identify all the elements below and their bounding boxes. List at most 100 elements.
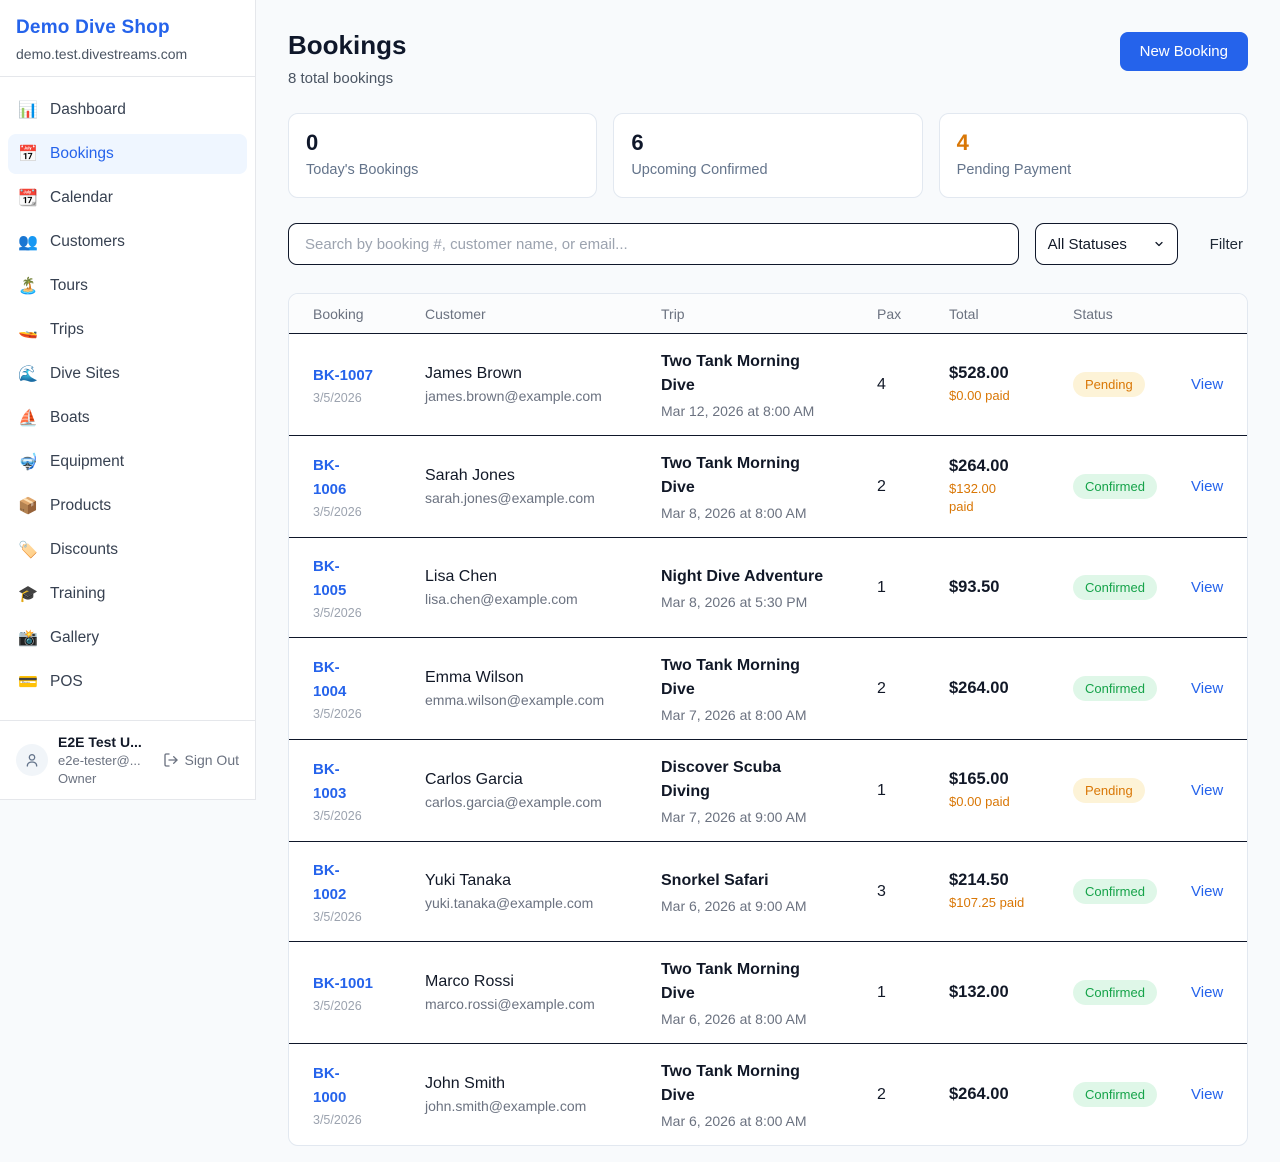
trip-name: Night Dive Adventure: [661, 565, 877, 589]
stats-cards: 0 Today's Bookings 6 Upcoming Confirmed …: [288, 113, 1248, 198]
view-link[interactable]: View: [1191, 376, 1225, 393]
sidebar-item-dive-sites[interactable]: 🌊 Dive Sites: [8, 354, 247, 394]
customer-name: Carlos Garcia: [425, 771, 661, 789]
sidebar-user-footer: E2E Test U... e2e-tester@... Owner Sign …: [0, 720, 255, 799]
stat-label: Today's Bookings: [306, 162, 579, 178]
trip-cell: Two Tank Morning Dive Mar 8, 2026 at 8:0…: [661, 452, 877, 521]
booking-id-link[interactable]: BK- 1005: [313, 555, 425, 603]
view-link[interactable]: View: [1191, 1086, 1225, 1103]
booking-date: 3/5/2026: [313, 391, 425, 405]
customer-email: sarah.jones@example.com: [425, 490, 661, 506]
customer-email: lisa.chen@example.com: [425, 591, 661, 607]
booking-cell: BK- 1005 3/5/2026: [313, 555, 425, 620]
trip-name: Two Tank Morning Dive: [661, 452, 877, 500]
trip-datetime: Mar 7, 2026 at 8:00 AM: [661, 707, 877, 723]
booking-id-link[interactable]: BK-1007: [313, 364, 425, 388]
shop-domain: demo.test.divestreams.com: [16, 46, 239, 62]
trip-datetime: Mar 8, 2026 at 8:00 AM: [661, 505, 877, 521]
bookings-icon: 📅: [18, 144, 44, 164]
stat-label: Pending Payment: [957, 162, 1230, 178]
pax-count: 4: [877, 376, 949, 394]
search-input[interactable]: [288, 223, 1019, 265]
status-filter-select[interactable]: All Statuses: [1035, 223, 1178, 265]
sidebar-item-boats[interactable]: ⛵ Boats: [8, 398, 247, 438]
customers-icon: 👥: [18, 232, 44, 252]
table-row: BK- 1006 3/5/2026 Sarah Jones sarah.jone…: [289, 436, 1247, 538]
trip-cell: Discover Scuba Diving Mar 7, 2026 at 9:0…: [661, 756, 877, 825]
filter-button[interactable]: Filter: [1205, 230, 1248, 259]
customer-email: carlos.garcia@example.com: [425, 794, 661, 810]
table-row: BK- 1000 3/5/2026 John Smith john.smith@…: [289, 1044, 1247, 1145]
sidebar-item-gallery[interactable]: 📸 Gallery: [8, 618, 247, 658]
view-link[interactable]: View: [1191, 579, 1225, 596]
trip-datetime: Mar 12, 2026 at 8:00 AM: [661, 403, 877, 419]
sidebar-item-dashboard[interactable]: 📊 Dashboard: [8, 90, 247, 130]
stat-label: Upcoming Confirmed: [631, 162, 904, 178]
status-cell: Pending: [1073, 372, 1191, 397]
sidebar-item-equipment[interactable]: 🤿 Equipment: [8, 442, 247, 482]
view-link[interactable]: View: [1191, 984, 1225, 1001]
trip-name: Two Tank Morning Dive: [661, 654, 877, 702]
sidebar-item-training[interactable]: 🎓 Training: [8, 574, 247, 614]
stat-card-upcoming-confirmed: 6 Upcoming Confirmed: [613, 113, 922, 198]
trip-datetime: Mar 8, 2026 at 5:30 PM: [661, 594, 877, 610]
table-row: BK-1001 3/5/2026 Marco Rossi marco.rossi…: [289, 942, 1247, 1044]
view-link[interactable]: View: [1191, 782, 1225, 799]
customer-cell: James Brown james.brown@example.com: [425, 365, 661, 404]
booking-date: 3/5/2026: [313, 505, 425, 519]
booking-id-link[interactable]: BK- 1003: [313, 758, 425, 806]
pax-count: 1: [877, 984, 949, 1002]
paid-amount: $107.25 paid: [949, 894, 1073, 912]
trip-cell: Two Tank Morning Dive Mar 12, 2026 at 8:…: [661, 350, 877, 419]
sidebar-item-pos[interactable]: 💳 POS: [8, 662, 247, 702]
booking-id-link[interactable]: BK- 1002: [313, 859, 425, 907]
sidebar-item-tours[interactable]: 🏝️ Tours: [8, 266, 247, 306]
customer-email: yuki.tanaka@example.com: [425, 895, 661, 911]
sidebar-item-discounts[interactable]: 🏷️ Discounts: [8, 530, 247, 570]
total-amount: $264.00: [949, 457, 1073, 476]
table-header-row: Booking Customer Trip Pax Total Status: [289, 294, 1247, 334]
stat-value: 6: [631, 129, 904, 157]
new-booking-button[interactable]: New Booking: [1120, 32, 1248, 71]
customer-email: marco.rossi@example.com: [425, 996, 661, 1012]
booking-id-link[interactable]: BK-1001: [313, 972, 425, 996]
sidebar-item-products[interactable]: 📦 Products: [8, 486, 247, 526]
status-badge: Confirmed: [1073, 879, 1157, 904]
booking-date: 3/5/2026: [313, 606, 425, 620]
booking-date: 3/5/2026: [313, 1113, 425, 1127]
column-header-customer: Customer: [425, 306, 661, 322]
column-header-status: Status: [1073, 306, 1191, 322]
booking-id-link[interactable]: BK- 1006: [313, 454, 425, 502]
booking-cell: BK- 1006 3/5/2026: [313, 454, 425, 519]
booking-date: 3/5/2026: [313, 809, 425, 823]
status-cell: Confirmed: [1073, 980, 1191, 1005]
customer-cell: Marco Rossi marco.rossi@example.com: [425, 973, 661, 1012]
view-link[interactable]: View: [1191, 478, 1225, 495]
column-header-pax: Pax: [877, 306, 949, 322]
sign-out-button[interactable]: Sign Out: [163, 752, 239, 768]
total-cell: $528.00 $0.00 paid: [949, 364, 1073, 405]
booking-id-link[interactable]: BK- 1004: [313, 656, 425, 704]
total-amount: $264.00: [949, 679, 1073, 698]
sidebar-item-calendar[interactable]: 📆 Calendar: [8, 178, 247, 218]
trip-name: Two Tank Morning Dive: [661, 1060, 877, 1108]
page-title-block: Bookings 8 total bookings: [288, 30, 406, 87]
sidebar-item-bookings[interactable]: 📅 Bookings: [8, 134, 247, 174]
trip-cell: Two Tank Morning Dive Mar 6, 2026 at 8:0…: [661, 1060, 877, 1129]
view-link[interactable]: View: [1191, 883, 1225, 900]
stat-card-pending-payment: 4 Pending Payment: [939, 113, 1248, 198]
sidebar-item-trips[interactable]: 🚤 Trips: [8, 310, 247, 350]
status-cell: Confirmed: [1073, 474, 1191, 499]
stat-card-todays-bookings: 0 Today's Bookings: [288, 113, 597, 198]
sidebar-item-customers[interactable]: 👥 Customers: [8, 222, 247, 262]
stat-value: 4: [957, 129, 1230, 157]
view-link[interactable]: View: [1191, 680, 1225, 697]
pos-icon: 💳: [18, 672, 44, 692]
sidebar-nav: 📊 Dashboard 📅 Bookings 📆 Calendar 👥 Cust…: [0, 77, 255, 720]
booking-date: 3/5/2026: [313, 707, 425, 721]
trip-cell: Two Tank Morning Dive Mar 7, 2026 at 8:0…: [661, 654, 877, 723]
booking-id-link[interactable]: BK- 1000: [313, 1062, 425, 1110]
training-icon: 🎓: [18, 584, 44, 604]
user-role: Owner: [58, 771, 163, 786]
pax-count: 2: [877, 680, 949, 698]
